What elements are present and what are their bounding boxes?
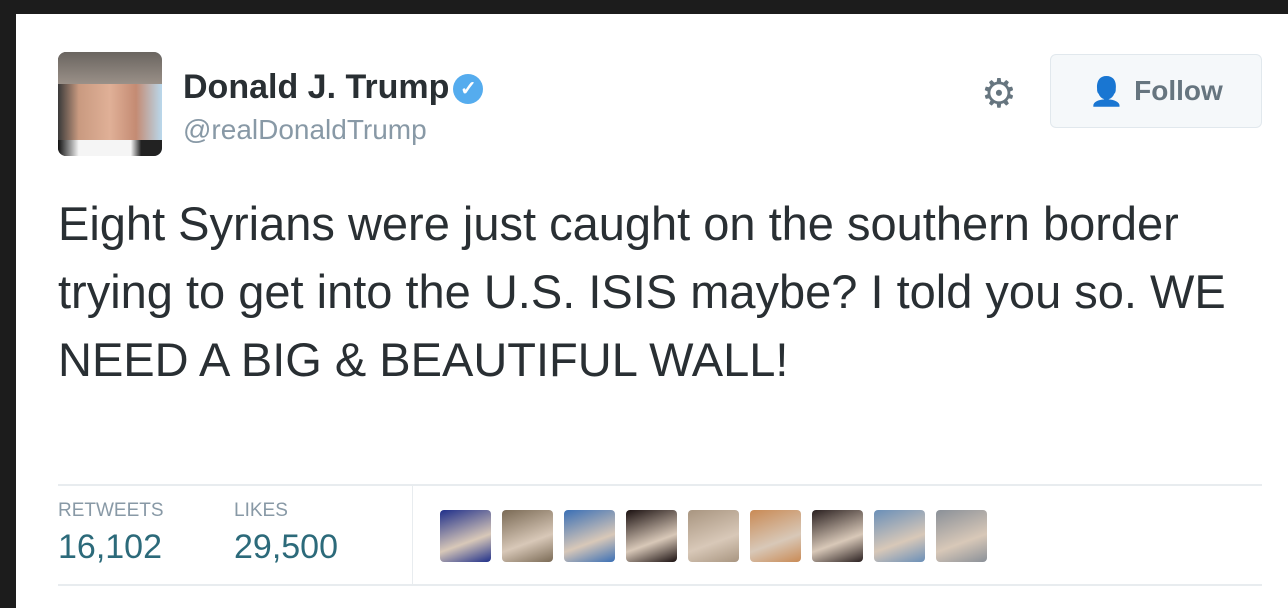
- verified-badge-icon: ✓: [453, 74, 484, 104]
- retweets-stat[interactable]: RETWEETS 16,102: [58, 500, 164, 567]
- liker-avatar[interactable]: [502, 510, 553, 562]
- likes-stat[interactable]: LIKES 29,500: [234, 500, 338, 567]
- divider: [58, 484, 1262, 486]
- liker-avatar[interactable]: [812, 510, 863, 562]
- liker-avatar[interactable]: [750, 510, 801, 562]
- liker-avatar[interactable]: [564, 510, 615, 562]
- liker-avatar[interactable]: [688, 510, 739, 562]
- author-avatar[interactable]: [58, 52, 162, 156]
- author-name[interactable]: Donald J. Trump ✓: [183, 68, 484, 107]
- liker-avatar[interactable]: [440, 510, 491, 562]
- liker-avatar[interactable]: [874, 510, 925, 562]
- add-user-icon: 👤: [1089, 75, 1125, 107]
- divider: [58, 584, 1262, 586]
- tweet-text: Eight Syrians were just caught on the so…: [58, 197, 1226, 386]
- gear-icon[interactable]: ⚙: [981, 74, 1017, 114]
- author-handle[interactable]: @realDonaldTrump: [183, 114, 427, 146]
- liker-avatars: [440, 510, 987, 562]
- follow-button[interactable]: 👤 Follow: [1050, 54, 1262, 128]
- stats-divider: [412, 486, 413, 586]
- liker-avatar[interactable]: [936, 510, 987, 562]
- liker-avatar[interactable]: [626, 510, 677, 562]
